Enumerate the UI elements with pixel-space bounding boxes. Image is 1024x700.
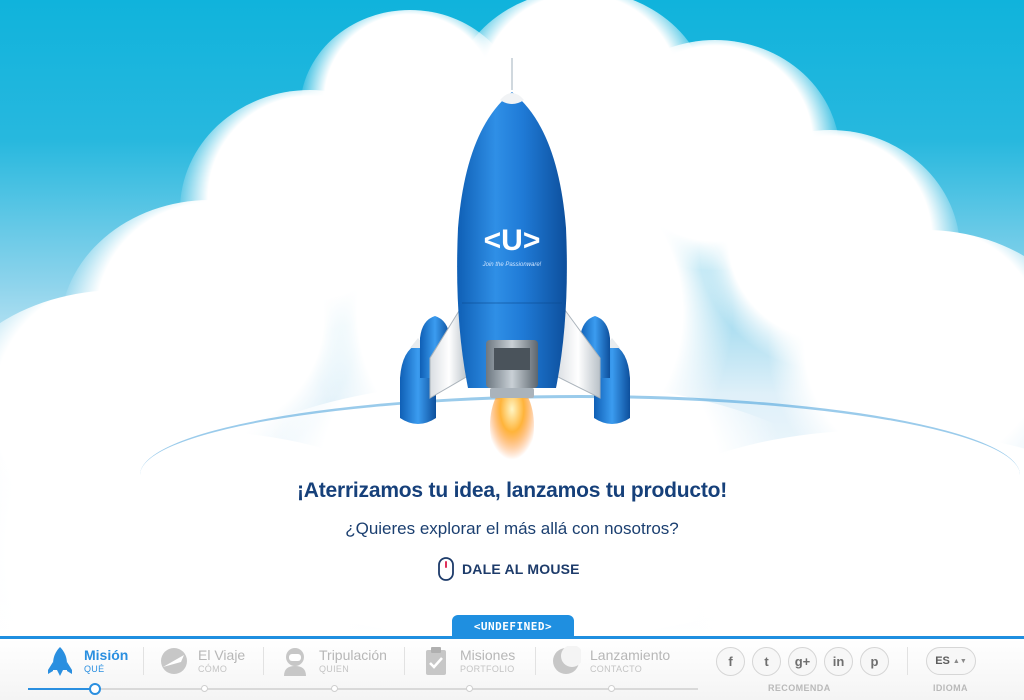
hero-headline: ¡Aterrizamos tu idea, lanzamos tu produc…: [296, 479, 728, 502]
rocket-icon: [44, 645, 76, 677]
clipboard-icon: [420, 645, 452, 677]
footer-nav: Misión QUÉ El Viaje CÓMO Tripulación QUI…: [0, 639, 1024, 700]
nav-separator: [143, 647, 144, 675]
moon-icon: [550, 645, 582, 677]
progress-tick[interactable]: [608, 685, 615, 692]
facebook-icon[interactable]: f: [716, 647, 745, 676]
social-share-buttons: f t g+ in p: [716, 647, 889, 676]
rocket-tagline: Join the Passionware!: [482, 262, 542, 268]
nav-item-misiones[interactable]: Misiones PORTFOLIO: [420, 644, 515, 678]
social-label: RECOMENDA: [768, 683, 831, 693]
google-plus-icon[interactable]: g+: [788, 647, 817, 676]
footer-separator: [907, 647, 908, 675]
nav-item-lanzamiento[interactable]: Lanzamiento CONTACTO: [550, 644, 670, 678]
nav-title: Misiones: [460, 647, 516, 663]
nav-subtitle: CONTACTO: [590, 664, 643, 674]
nav-subtitle: PORTFOLIO: [460, 664, 515, 674]
nav-item-tripulacion[interactable]: Tripulación QUIEN: [279, 644, 387, 678]
rocket-illustration: <U> Join the Passionware!: [400, 58, 630, 468]
nav-title: Lanzamiento: [590, 647, 671, 663]
language-select[interactable]: ES ▲▼: [926, 647, 976, 675]
progress-tick[interactable]: [331, 685, 338, 692]
airplane-icon: [158, 645, 190, 677]
pinterest-icon[interactable]: p: [860, 647, 889, 676]
nav-separator: [263, 647, 264, 675]
progress-tick[interactable]: [466, 685, 473, 692]
nav-subtitle: QUÉ: [84, 664, 105, 674]
progress-tick[interactable]: [201, 685, 208, 692]
twitter-icon[interactable]: t: [752, 647, 781, 676]
nav-title: El Viaje: [198, 647, 246, 663]
scroll-cta-button[interactable]: DALE AL MOUSE: [438, 556, 580, 582]
cta-label: DALE AL MOUSE: [462, 561, 580, 577]
hero-section: <U> Join the Passionware! ¡Aterrizamos t…: [0, 0, 1024, 636]
nav-item-el-viaje[interactable]: El Viaje CÓMO: [158, 644, 245, 678]
nav-separator: [535, 647, 536, 675]
progress-fill: [28, 688, 95, 690]
mouse-icon: [438, 557, 454, 581]
astronaut-icon: [279, 645, 311, 677]
nav-title: Tripulación: [319, 647, 387, 663]
nav-item-mision[interactable]: Misión QUÉ: [44, 644, 128, 678]
brand-tab[interactable]: <UNDEFINED>: [452, 615, 574, 637]
nav-separator: [404, 647, 405, 675]
section-progress-slider[interactable]: [28, 683, 698, 695]
language-value: ES: [935, 655, 950, 667]
chevron-updown-icon: ▲▼: [952, 657, 967, 665]
hero-subheadline: ¿Quieres explorar el más allá con nosotr…: [345, 519, 679, 538]
rocket-logo: <U>: [484, 224, 541, 257]
nav-subtitle: CÓMO: [198, 664, 228, 674]
language-label: IDIOMA: [933, 683, 968, 693]
nav-title: Misión: [84, 647, 129, 663]
linkedin-icon[interactable]: in: [824, 647, 853, 676]
progress-handle[interactable]: [89, 683, 101, 695]
nav-subtitle: QUIEN: [319, 664, 350, 674]
